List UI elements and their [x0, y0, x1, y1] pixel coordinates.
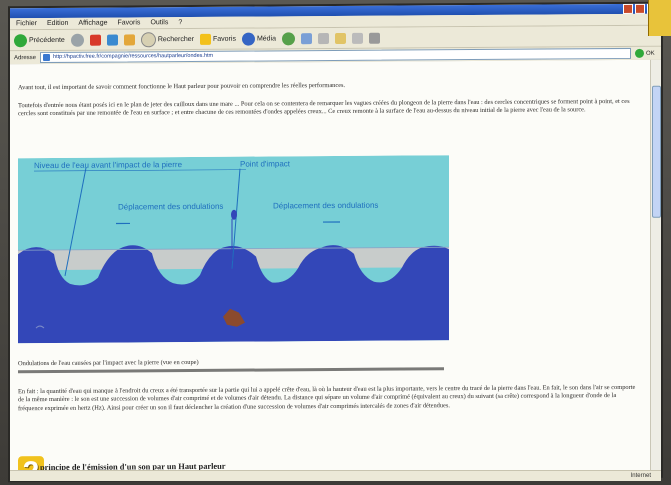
refresh-icon[interactable] — [106, 34, 118, 46]
vertical-scrollbar[interactable] — [650, 59, 661, 476]
label-water-level: Niveau de l'eau avant l'impact de la pie… — [34, 160, 183, 170]
paragraph-2: Toutefois d'entrée nous étant posés ici … — [18, 97, 630, 118]
water-drop-icon — [231, 209, 237, 220]
go-arrow-icon — [635, 48, 644, 58]
mail-icon[interactable] — [301, 32, 313, 44]
go-button[interactable]: OK — [635, 48, 661, 58]
address-label: Adresse — [14, 54, 37, 61]
browser-window: Fichier Edition Affichage Favoris Outils… — [10, 3, 661, 481]
menu-file[interactable]: Fichier — [16, 20, 37, 27]
label-right-move: Déplacement des ondulations — [273, 201, 378, 211]
media-icon — [241, 32, 255, 46]
back-button[interactable]: Précédente — [14, 33, 65, 47]
status-bar: Internet — [10, 470, 661, 481]
stop-icon[interactable] — [89, 34, 101, 46]
star-icon — [200, 33, 211, 45]
menu-tools[interactable]: Outils — [150, 19, 168, 26]
intro-paragraph: Avant tout, il est important de savoir c… — [18, 81, 346, 92]
search-label: Rechercher — [157, 35, 194, 43]
favorites-button[interactable]: Favoris — [200, 33, 236, 45]
menu-help[interactable]: ? — [178, 19, 182, 26]
search-button[interactable]: Rechercher — [140, 31, 194, 47]
search-icon — [140, 31, 156, 47]
media-button[interactable]: Média — [241, 32, 277, 46]
back-arrow-icon — [14, 33, 27, 47]
edit-icon[interactable] — [352, 32, 364, 44]
label-left-move: Déplacement des ondulations — [118, 202, 223, 212]
scroll-thumb[interactable] — [652, 85, 661, 218]
maximize-button[interactable] — [635, 3, 645, 14]
menu-view[interactable]: Affichage — [78, 20, 107, 27]
paragraph-3: En fait : la quantité d'eau qui manque à… — [18, 383, 636, 413]
label-impact: Point d'impact — [240, 159, 291, 168]
history-icon[interactable] — [282, 31, 296, 45]
side-tab — [648, 0, 671, 36]
forward-arrow-icon[interactable] — [70, 33, 84, 47]
go-label: OK — [646, 50, 655, 57]
menu-edit[interactable]: Edition — [47, 20, 68, 27]
folder-icon[interactable] — [335, 32, 347, 44]
messenger-icon[interactable] — [369, 32, 381, 44]
wave-diagram: Niveau de l'eau avant l'impact de la pie… — [18, 155, 449, 344]
page-content: Avant tout, il est important de savoir c… — [10, 59, 651, 481]
menu-favorites[interactable]: Favoris — [117, 19, 140, 26]
status-zone: Internet — [630, 473, 651, 479]
media-label: Média — [256, 34, 277, 43]
minimize-button[interactable] — [623, 3, 633, 14]
print-icon[interactable] — [318, 32, 330, 44]
back-label: Précédente — [29, 36, 65, 44]
favorites-label: Favoris — [213, 35, 236, 43]
home-icon[interactable] — [123, 33, 135, 45]
